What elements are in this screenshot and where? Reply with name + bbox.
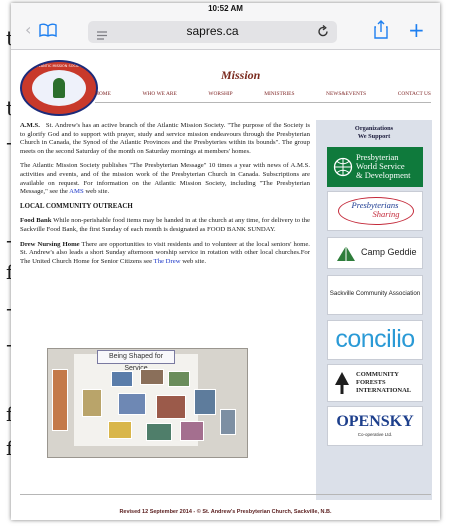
site-nav: HOME WHO WE ARE WORSHIP MINISTRIES NEWS&… <box>95 91 431 97</box>
tree-icon <box>334 371 350 400</box>
photo-item <box>180 421 204 441</box>
org-cfi-name: COMMUNITY <box>356 371 399 378</box>
ams-text: St. Andrew's has an active branch of the… <box>20 122 310 155</box>
org-presbyterians-sharing[interactable]: Presbyterians Sharing <box>327 191 423 231</box>
photo-item <box>156 395 186 419</box>
bulletin-board-photo: Being Shaped for Service <box>47 348 248 458</box>
bookmarks-book-icon[interactable] <box>39 23 57 42</box>
ams-logo[interactable]: ATLANTIC MISSION SOCIETY <box>20 60 98 116</box>
tree-icon <box>53 78 65 98</box>
footer-divider <box>20 494 431 495</box>
food-bank-label: Food Bank <box>20 217 52 225</box>
camp-tent-icon <box>336 244 356 267</box>
the-drew-link[interactable]: The Drew <box>154 258 181 265</box>
status-bar: 10:52 AM <box>11 3 440 15</box>
photo-item <box>146 423 172 441</box>
nav-divider <box>95 102 431 103</box>
message-end: web site. <box>85 188 110 196</box>
photo-banner: Being Shaped for Service <box>97 350 175 372</box>
message-paragraph: The Atlantic Mission Society publishes "… <box>20 162 310 196</box>
logo-text: ATLANTIC MISSION SOCIETY <box>34 64 84 68</box>
org-sackville-community[interactable]: Sackville Community Association <box>327 275 423 315</box>
org-camp-name: Camp Geddie <box>361 247 417 257</box>
ams-link[interactable]: AMS <box>69 188 84 195</box>
sidebar-title: Organizations We Support <box>316 125 432 140</box>
main-content: A.M.S. St. Andrew's has an active branch… <box>20 122 310 272</box>
org-concilio[interactable]: concilio <box>327 320 423 360</box>
org-opensky-name: OPENSKY <box>336 413 414 430</box>
sidebar-title-line2: We Support <box>357 132 391 140</box>
org-camp-geddie[interactable]: Camp Geddie <box>327 237 423 269</box>
reload-icon[interactable] <box>317 24 329 43</box>
org-cfi-sub: FORESTS <box>356 379 386 386</box>
food-bank-text: While non-perishable food items may be h… <box>20 217 310 233</box>
ams-label: A.M.S. <box>20 122 40 129</box>
photo-item <box>111 371 133 387</box>
org-concilio-name: concilio <box>335 325 415 353</box>
browser-window: 10:52 AM ‹ sapres.ca + ATLANTIC MISSION … <box>11 3 440 520</box>
org-opensky[interactable]: OPENSKY Co-operative Ltd. <box>327 406 423 446</box>
new-tab-plus-icon[interactable]: + <box>408 18 425 42</box>
nav-ministries[interactable]: MINISTRIES <box>264 91 294 97</box>
page-footer: Revised 12 September 2014 - © St. Andrew… <box>119 509 332 515</box>
sidebar-title-line1: Organizations <box>354 125 394 132</box>
section-heading: LOCAL COMMUNITY OUTREACH <box>20 202 133 210</box>
browser-toolbar: ‹ sapres.ca + <box>11 15 440 50</box>
nav-contact-us[interactable]: CONTACT US <box>398 91 431 97</box>
web-page: ATLANTIC MISSION SOCIETY Mission HOME WH… <box>11 50 440 520</box>
nav-worship[interactable]: WORSHIP <box>208 91 232 97</box>
photo-item <box>108 421 132 439</box>
url-text: sapres.ca <box>186 24 239 38</box>
photo-item <box>220 409 236 435</box>
org-pwsd[interactable]: Presbyterian World Service & Development <box>327 147 423 187</box>
org-pwsd-sub2: & Development <box>356 170 411 180</box>
globe-icon <box>333 157 353 182</box>
photo-item <box>194 389 216 415</box>
photo-item <box>52 369 68 431</box>
nav-home[interactable]: HOME <box>95 91 111 97</box>
org-sharing-sub: Sharing <box>372 209 400 219</box>
address-bar[interactable]: sapres.ca <box>88 21 337 43</box>
share-icon[interactable] <box>374 20 388 43</box>
nav-news-events[interactable]: NEWS&EVENTS <box>326 91 366 97</box>
sidebar-organizations: Organizations We Support Presbyterian Wo… <box>316 120 432 500</box>
status-time: 10:52 AM <box>208 4 243 13</box>
org-sackville-name: Sackville Community Association <box>329 290 421 297</box>
drew-paragraph: Drew Nursing Home There are opportunitie… <box>20 241 310 267</box>
ams-paragraph: A.M.S. St. Andrew's has an active branch… <box>20 122 310 156</box>
photo-item <box>82 389 102 417</box>
drew-end: web site. <box>182 257 206 265</box>
org-cfi-sub2: INTERNATIONAL <box>356 387 412 394</box>
photo-item <box>140 369 164 385</box>
page-title: Mission <box>221 68 261 82</box>
back-chevron-icon[interactable]: ‹ <box>25 20 31 39</box>
photo-item <box>168 371 190 387</box>
food-bank-paragraph: Food Bank While non-perishable food item… <box>20 217 310 234</box>
message-text: The Atlantic Mission Society publishes "… <box>20 162 310 196</box>
org-opensky-sub: Co-operative Ltd. <box>357 432 393 437</box>
drew-label: Drew Nursing Home <box>20 240 80 248</box>
org-community-forests[interactable]: COMMUNITY FORESTS INTERNATIONAL <box>327 364 423 402</box>
photo-item <box>118 393 146 415</box>
nav-who-we-are[interactable]: WHO WE ARE <box>142 91 176 97</box>
